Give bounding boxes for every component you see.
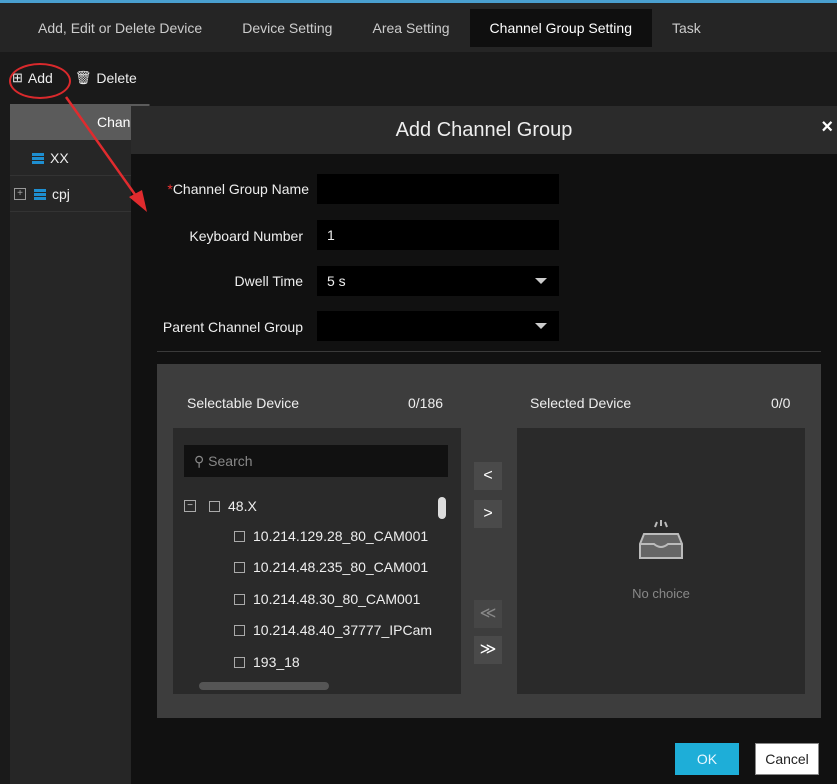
horizontal-scrollbar[interactable] (199, 682, 329, 690)
dwell-time-value: 5 s (327, 273, 346, 289)
selectable-device-title: Selectable Device (187, 395, 300, 411)
divider (157, 351, 821, 352)
grid-icon (32, 151, 44, 164)
tab-task[interactable]: Task (652, 9, 721, 47)
selected-device-list: No choice (517, 428, 805, 694)
tree-group-label: 48.X (228, 498, 257, 514)
channel-group-name-label-text: Channel Group Name (172, 181, 309, 197)
search-placeholder: Search (208, 453, 253, 469)
selected-device-count: 0/0 (771, 395, 791, 411)
chevron-down-icon (535, 278, 547, 284)
device-transfer-panel: Selectable Device 0/186 Selected Device … (157, 364, 821, 718)
selectable-device-count: 0/186 (408, 395, 444, 411)
channel-group-name-label: *Channel Group Name (149, 181, 309, 197)
tree-item-label: XX (50, 149, 69, 166)
parent-channel-group-select[interactable] (317, 311, 559, 341)
close-icon[interactable]: × (821, 116, 833, 139)
tree-item-label: cpj (52, 185, 70, 202)
checkbox[interactable] (234, 561, 245, 573)
annotation-circle (9, 63, 71, 99)
search-input[interactable]: ⚲ Search (184, 445, 448, 477)
checkbox[interactable] (234, 624, 245, 636)
tab-channel-group-setting[interactable]: Channel Group Setting (469, 9, 652, 47)
tree-panel-header: Chan (10, 104, 149, 140)
tree-item-device[interactable]: 10.214.48.40_37777_IPCam (234, 620, 461, 640)
tab-device-setting[interactable]: Device Setting (222, 9, 352, 47)
search-icon: ⚲ (194, 453, 205, 469)
delete-button-label: Delete (96, 70, 137, 86)
device-label: 10.214.48.40_37777_IPCam (253, 622, 433, 638)
cancel-button[interactable]: Cancel (755, 743, 819, 775)
tree-group-48x[interactable]: − 48.X (184, 496, 454, 516)
tree-item-device[interactable]: 10.214.129.28_80_CAM001 (234, 526, 461, 546)
channel-group-name-input[interactable] (317, 174, 559, 204)
device-label: 193_18 (253, 654, 300, 670)
checkbox[interactable] (234, 530, 245, 542)
device-label: 10.214.48.30_80_CAM001 (253, 591, 421, 607)
tree-item-device[interactable]: 10.214.48.235_80_CAM001 (234, 557, 461, 577)
expand-icon[interactable]: + (14, 187, 26, 200)
dwell-time-select[interactable]: 5 s (317, 266, 559, 296)
dialog-title: Add Channel Group (131, 106, 837, 154)
empty-tray-icon (639, 520, 683, 559)
no-choice-text: No choice (632, 586, 690, 601)
tree-item-device[interactable]: 10.214.48.30_80_CAM001 (234, 589, 461, 609)
move-left-button[interactable]: < (474, 462, 502, 490)
device-label: 10.214.48.235_80_CAM001 (253, 559, 429, 575)
collapse-icon[interactable]: − (184, 500, 196, 512)
dwell-time-label: Dwell Time (234, 273, 303, 289)
parent-channel-group-label: Parent Channel Group (162, 319, 303, 335)
keyboard-number-label: Keyboard Number (189, 228, 303, 244)
move-all-left-button[interactable]: ≪ (474, 600, 502, 628)
selected-device-title: Selected Device (530, 395, 632, 411)
selectable-device-list: ⚲ Search − 48.X 10.214.129.28_80_CAM001 … (173, 428, 461, 694)
checkbox[interactable] (234, 656, 245, 668)
tree-item-xx[interactable]: XX (10, 140, 149, 176)
grid-icon (34, 187, 46, 200)
ok-button[interactable]: OK (675, 743, 739, 775)
tab-add-edit-delete-device[interactable]: Add, Edit or Delete Device (0, 9, 222, 47)
tree-item-cpj[interactable]: + cpj (10, 176, 149, 212)
device-label: 10.214.129.28_80_CAM001 (253, 528, 429, 544)
channel-group-tree-panel: Chan XX + cpj (10, 104, 150, 784)
vertical-scrollbar[interactable] (438, 497, 446, 519)
add-channel-group-dialog: Add Channel Group × *Channel Group Name … (131, 106, 837, 784)
delete-button[interactable]: 🗑 Delete (75, 70, 137, 86)
checkbox[interactable] (234, 593, 245, 605)
tree-item-device[interactable]: 193_18 (234, 652, 461, 672)
move-all-right-button[interactable]: ≫ (474, 636, 502, 664)
chevron-down-icon (535, 323, 547, 329)
top-tab-bar: Add, Edit or Delete Device Device Settin… (0, 0, 837, 52)
trash-icon: 🗑 (74, 70, 92, 85)
tab-area-setting[interactable]: Area Setting (352, 9, 469, 47)
toolbar: ⊞ Add 🗑 Delete (0, 52, 837, 104)
checkbox[interactable] (209, 500, 220, 512)
move-right-button[interactable]: > (474, 500, 502, 528)
keyboard-number-input[interactable]: 1 (317, 220, 559, 250)
